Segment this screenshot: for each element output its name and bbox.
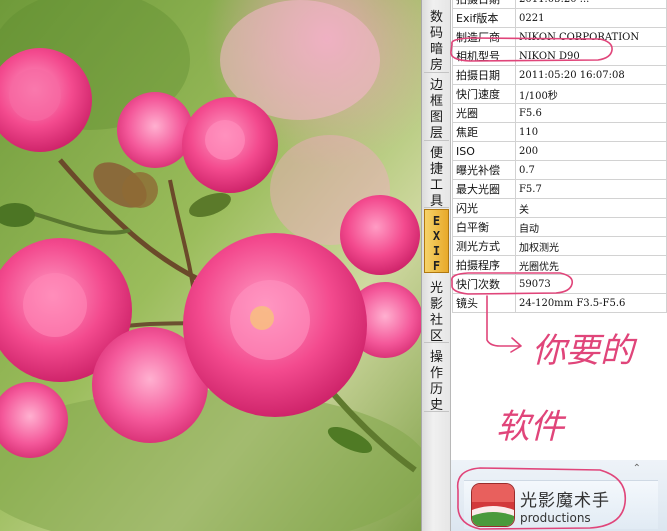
brand-banner[interactable]: 光影魔术手 productions [464, 480, 658, 529]
exif-row: 快门次数 59073 [452, 274, 667, 294]
exif-value: 0221 [514, 8, 667, 28]
promo-area: ⌃ 光影魔术手 productions [451, 460, 667, 531]
exif-value: 24-120mm F3.5-F5.6 [514, 293, 667, 313]
exif-value: 110 [514, 122, 667, 142]
exif-row: 测光方式 加权测光 [452, 236, 667, 256]
brand-title: 光影魔术手 [520, 491, 610, 511]
exif-table: 拍摄日期2011:05:20 ...Exif版本0221制造厂商NIKON CO… [452, 0, 667, 313]
tab-label: 便捷工具 [429, 146, 443, 209]
exif-row: 光圈 F5.6 [452, 103, 667, 123]
exif-key: 拍摄程序 [452, 255, 516, 275]
tab-label: 光影社区 [429, 281, 443, 344]
exif-key: 白平衡 [452, 217, 516, 237]
exif-value: 200 [514, 141, 667, 161]
exif-key: 快门次数 [452, 274, 516, 294]
exif-key: Exif版本 [452, 8, 516, 28]
exif-row: 拍摄日期2011:05:20 ... [452, 0, 667, 9]
tab-frame-layer[interactable]: 边框图层 [424, 74, 449, 141]
exif-row: 镜头 24-120mm F3.5-F5.6 [452, 293, 667, 313]
exif-value: 2011:05:20 ... [514, 0, 667, 9]
exif-value: 1/100秒 [514, 84, 667, 104]
tab-label: 操作历史 [429, 350, 443, 413]
exif-key: 拍摄日期 [452, 0, 516, 9]
exif-key: 制造厂商 [452, 27, 516, 47]
exif-value: 关 [514, 198, 667, 218]
tab-history[interactable]: 操作历史 [424, 346, 449, 413]
exif-value: 59073 [514, 274, 667, 294]
exif-row: 相机型号 NIKON D90 [452, 46, 667, 66]
photo-preview [0, 0, 425, 531]
exif-row: ISO 200 [452, 141, 667, 161]
exif-row: 焦距 110 [452, 122, 667, 142]
exif-key: 焦距 [452, 122, 516, 142]
exif-row: Exif版本 0221 [452, 8, 667, 28]
exif-row: 白平衡 自动 [452, 217, 667, 237]
exif-key: 拍摄日期 [452, 65, 516, 85]
exif-row: 快门速度 1/100秒 [452, 84, 667, 104]
exif-key: 闪光 [452, 198, 516, 218]
exif-value: 自动 [514, 217, 667, 237]
tab-darkroom[interactable]: 数码暗房 [424, 6, 449, 73]
exif-key: 相机型号 [452, 46, 516, 66]
tab-exif[interactable]: EXIF [424, 209, 449, 273]
tab-community[interactable]: 光影社区 [424, 277, 449, 344]
rose-photo [0, 0, 425, 531]
brand-logo-icon [472, 484, 514, 526]
side-tab-strip: 数码暗房 边框图层 便捷工具 EXIF 光影社区 操作历史 [421, 0, 451, 531]
exif-value: NIKON CORPORATION [514, 27, 667, 47]
exif-value: F5.6 [514, 103, 667, 123]
exif-row: 最大光圈 F5.7 [452, 179, 667, 199]
brand-subtitle: productions [520, 511, 591, 525]
exif-key: 快门速度 [452, 84, 516, 104]
exif-key: ISO [452, 141, 516, 161]
exif-key: 测光方式 [452, 236, 516, 256]
exif-row: 闪光关 [452, 198, 667, 218]
exif-row: 拍摄日期 2011:05:20 16:07:08 [452, 65, 667, 85]
exif-key: 曝光补偿 [452, 160, 516, 180]
exif-row: 制造厂商 NIKON CORPORATION [452, 27, 667, 47]
tab-label: 边框图层 [429, 78, 443, 141]
exif-key: 光圈 [452, 103, 516, 123]
exif-value: 光圈优先 [514, 255, 667, 275]
exif-key: 镜头 [452, 293, 516, 313]
exif-value: NIKON D90 [514, 46, 667, 66]
collapse-chevron-icon[interactable]: ⌃ [633, 463, 641, 474]
exif-value: 加权测光 [514, 236, 667, 256]
exif-value: F5.7 [514, 179, 667, 199]
exif-key: 最大光圈 [452, 179, 516, 199]
tab-quick-tools[interactable]: 便捷工具 [424, 142, 449, 209]
exif-value: 0.7 [514, 160, 667, 180]
tab-label: EXIF [432, 214, 441, 273]
exif-panel: 拍摄日期2011:05:20 ...Exif版本0221制造厂商NIKON CO… [451, 0, 667, 531]
exif-value: 2011:05:20 16:07:08 [514, 65, 667, 85]
tab-label: 数码暗房 [429, 10, 443, 73]
exif-row: 曝光补偿 0.7 [452, 160, 667, 180]
exif-row: 拍摄程序 光圈优先 [452, 255, 667, 275]
